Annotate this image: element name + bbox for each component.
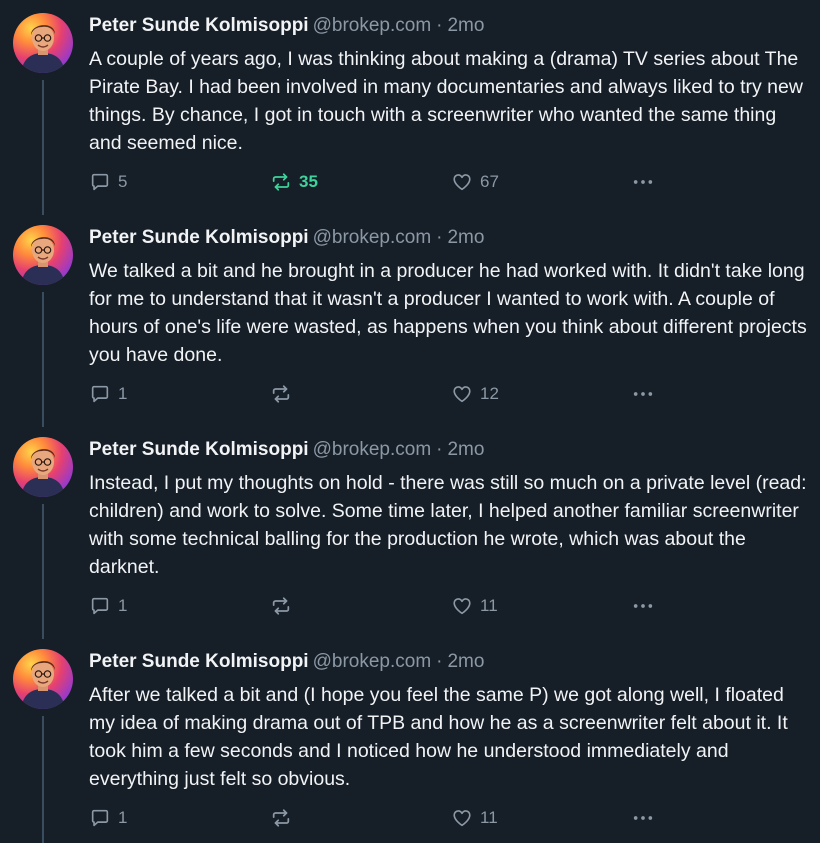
author-handle[interactable]: @brokep.com — [313, 227, 432, 248]
repost-button[interactable] — [270, 804, 299, 832]
post[interactable]: Peter Sunde Kolmisoppi @brokep.com · 2mo We… — [0, 212, 820, 424]
reply-button[interactable]: 5 — [89, 168, 127, 196]
repost-count: 35 — [299, 172, 318, 191]
separator: · — [436, 651, 443, 672]
more-options-icon — [633, 604, 653, 608]
author-name[interactable]: Peter Sunde Kolmisoppi — [89, 439, 309, 460]
like-button[interactable]: 67 — [451, 168, 499, 196]
more-options-icon — [633, 816, 653, 820]
repost-button[interactable] — [270, 380, 299, 408]
like-count: 11 — [480, 596, 498, 615]
more-options-button[interactable] — [632, 168, 654, 196]
repost-icon — [272, 173, 290, 191]
post-text: Instead, I put my thoughts on hold - the… — [89, 472, 807, 578]
post-header: Peter Sunde Kolmisoppi @brokep.com · 2mo — [89, 225, 484, 251]
avatar-portrait — [21, 237, 65, 285]
avatar[interactable] — [13, 225, 73, 285]
post-actions: 1 12 — [89, 380, 669, 408]
repost-icon — [272, 809, 290, 827]
post-text: After we talked a bit and (I hope you fe… — [89, 684, 788, 790]
post-actions: 5 35 67 — [89, 168, 669, 196]
post-text: A couple of years ago, I was thinking ab… — [89, 48, 803, 154]
like-button[interactable]: 12 — [451, 380, 499, 408]
reply-count: 1 — [118, 808, 128, 827]
post-time[interactable]: 2mo — [447, 651, 484, 672]
heart-icon — [453, 598, 471, 615]
more-options-button[interactable] — [632, 592, 654, 620]
reply-icon — [91, 597, 109, 615]
like-button[interactable]: 11 — [451, 804, 498, 832]
reply-count: 1 — [118, 596, 128, 615]
separator: · — [436, 227, 443, 248]
repost-button[interactable] — [270, 592, 299, 620]
repost-icon — [272, 597, 290, 615]
like-count: 11 — [480, 808, 498, 827]
reply-count: 1 — [118, 384, 128, 403]
reply-button[interactable]: 1 — [89, 380, 127, 408]
like-count: 12 — [480, 384, 499, 403]
post-time[interactable]: 2mo — [447, 439, 484, 460]
reply-button[interactable]: 1 — [89, 804, 127, 832]
author-handle[interactable]: @brokep.com — [313, 15, 432, 36]
author-handle[interactable]: @brokep.com — [313, 651, 432, 672]
post-header: Peter Sunde Kolmisoppi @brokep.com · 2mo — [89, 437, 484, 463]
more-options-icon — [633, 392, 653, 396]
avatar[interactable] — [13, 13, 73, 73]
post-actions: 1 11 — [89, 592, 669, 620]
avatar-portrait — [21, 449, 65, 497]
more-options-button[interactable] — [632, 380, 654, 408]
more-options-button[interactable] — [632, 804, 654, 832]
author-name[interactable]: Peter Sunde Kolmisoppi — [89, 227, 309, 248]
post-actions: 1 11 — [89, 804, 669, 832]
avatar-portrait — [21, 661, 65, 709]
heart-icon — [453, 386, 471, 403]
post-header: Peter Sunde Kolmisoppi @brokep.com · 2mo — [89, 649, 484, 675]
post[interactable]: Peter Sunde Kolmisoppi @brokep.com · 2mo In… — [0, 424, 820, 636]
author-name[interactable]: Peter Sunde Kolmisoppi — [89, 15, 309, 36]
reply-icon — [91, 385, 109, 403]
avatar-portrait — [21, 25, 65, 73]
reply-icon — [91, 809, 109, 827]
author-handle[interactable]: @brokep.com — [313, 439, 432, 460]
post-header: Peter Sunde Kolmisoppi @brokep.com · 2mo — [89, 13, 484, 39]
post-time[interactable]: 2mo — [447, 15, 484, 36]
post[interactable]: Peter Sunde Kolmisoppi @brokep.com · 2mo Af… — [0, 636, 820, 843]
more-options-icon — [633, 180, 653, 184]
like-count: 67 — [480, 172, 499, 191]
post-time[interactable]: 2mo — [447, 227, 484, 248]
reply-count: 5 — [118, 172, 128, 191]
like-button[interactable]: 11 — [451, 592, 498, 620]
heart-icon — [453, 174, 471, 191]
avatar[interactable] — [13, 649, 73, 709]
heart-icon — [453, 810, 471, 827]
post-text: We talked a bit and he brought in a prod… — [89, 260, 807, 366]
post[interactable]: Peter Sunde Kolmisoppi @brokep.com · 2mo A … — [0, 0, 820, 212]
repost-icon — [272, 385, 290, 403]
avatar[interactable] — [13, 437, 73, 497]
author-name[interactable]: Peter Sunde Kolmisoppi — [89, 651, 309, 672]
separator: · — [436, 439, 443, 460]
reply-icon — [91, 173, 109, 191]
separator: · — [436, 15, 443, 36]
reply-button[interactable]: 1 — [89, 592, 127, 620]
repost-button[interactable]: 35 — [270, 168, 318, 196]
